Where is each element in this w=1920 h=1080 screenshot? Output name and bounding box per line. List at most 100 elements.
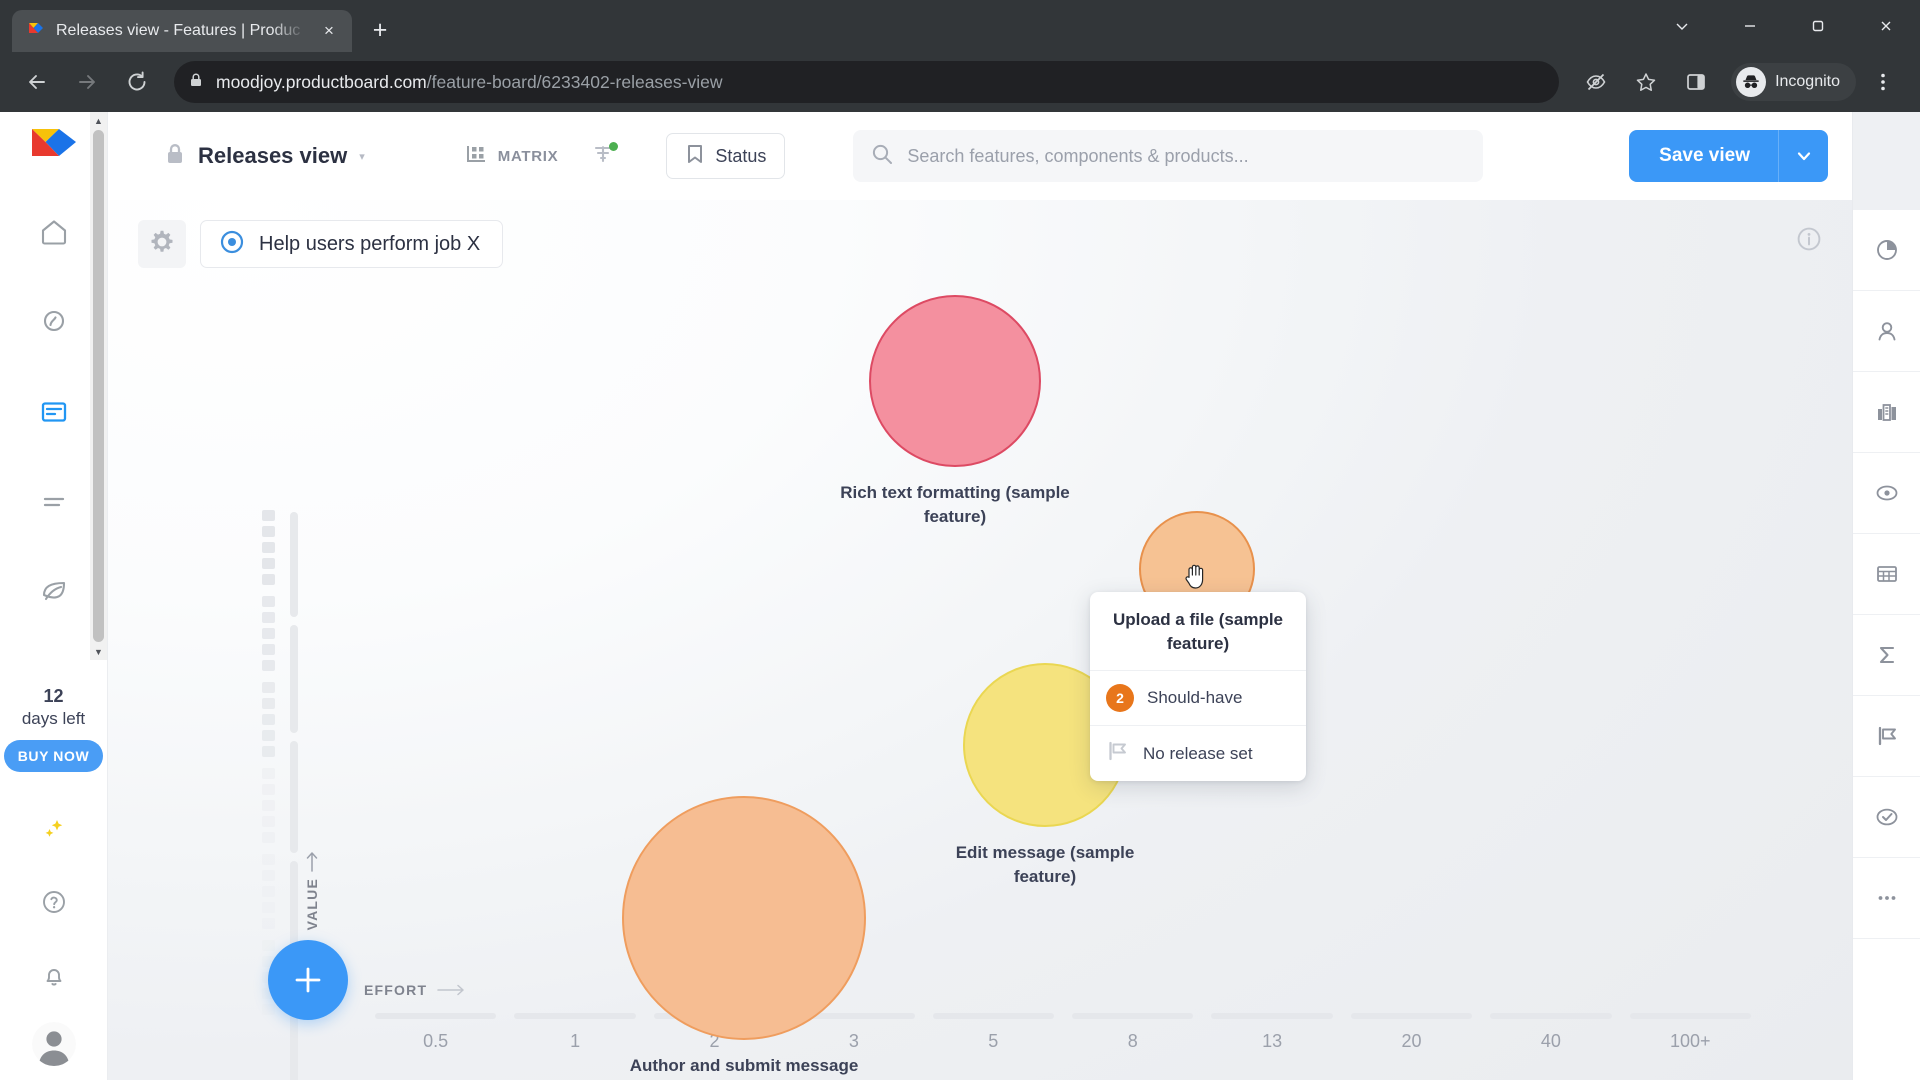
right-rail-item-releases[interactable] bbox=[1852, 696, 1920, 777]
browser-actions: Incognito bbox=[1573, 59, 1906, 105]
scroll-up-arrow-icon[interactable]: ▲ bbox=[90, 112, 107, 129]
hover-card-title: Upload a file (sample feature) bbox=[1112, 610, 1284, 653]
new-tab-button[interactable]: + bbox=[360, 10, 400, 50]
search-input[interactable]: Search features, components & products..… bbox=[853, 130, 1484, 182]
right-rail-item-status[interactable] bbox=[1852, 777, 1920, 858]
value-axis-marker-group bbox=[253, 682, 283, 757]
lock-icon bbox=[188, 72, 204, 93]
value-axis-marker bbox=[261, 682, 275, 693]
priority-label: Should-have bbox=[1147, 688, 1243, 707]
value-axis-markers bbox=[253, 510, 283, 1026]
save-view-button[interactable]: Save view bbox=[1629, 130, 1778, 182]
help-button[interactable] bbox=[26, 874, 82, 930]
window-maximize-button[interactable] bbox=[1784, 0, 1852, 52]
scrollbar-thumb[interactable] bbox=[93, 130, 104, 642]
reload-icon[interactable] bbox=[114, 59, 160, 105]
sidebar-item-insights[interactable] bbox=[26, 294, 82, 350]
kebab-menu-icon[interactable] bbox=[1860, 59, 1906, 105]
value-axis-marker bbox=[261, 558, 275, 569]
right-rail-item-more[interactable] bbox=[1852, 858, 1920, 939]
feature-bubble[interactable] bbox=[622, 796, 866, 1040]
avatar[interactable] bbox=[31, 1022, 76, 1066]
eye-slash-icon[interactable] bbox=[1573, 59, 1619, 105]
feature-bubble-label: Edit message (sample feature) bbox=[955, 843, 1135, 886]
window-close-button[interactable] bbox=[1852, 0, 1920, 52]
effort-axis-tick: 13 bbox=[1202, 1013, 1341, 1052]
save-view-dropdown-button[interactable] bbox=[1778, 130, 1828, 182]
address-bar[interactable]: moodjoy.productboard.com/feature-board/6… bbox=[174, 61, 1560, 103]
value-axis-bar bbox=[290, 625, 298, 733]
back-arrow-icon[interactable] bbox=[14, 59, 60, 105]
window-minimize-button[interactable] bbox=[1648, 0, 1716, 52]
value-axis-marker bbox=[261, 644, 275, 655]
status-button-label: Status bbox=[715, 145, 767, 166]
side-panel-icon[interactable] bbox=[1673, 59, 1719, 105]
right-rail-item-objectives[interactable] bbox=[1852, 453, 1920, 534]
value-axis-marker bbox=[261, 714, 275, 725]
hover-card-release-row[interactable]: No release set bbox=[1090, 725, 1306, 781]
right-rail-item-companies[interactable] bbox=[1852, 372, 1920, 453]
main-content: Releases view ▾ MATRIX Status Search fea… bbox=[108, 112, 1852, 1080]
effort-axis-tick: 0.5 bbox=[366, 1013, 505, 1052]
profile-label: Incognito bbox=[1775, 73, 1840, 90]
board-settings-button[interactable] bbox=[138, 220, 186, 268]
right-rail-item-aggregations[interactable] bbox=[1852, 615, 1920, 696]
close-icon[interactable]: × bbox=[316, 18, 342, 44]
objective-chip[interactable]: Help users perform job X bbox=[200, 220, 504, 268]
tab-matrix[interactable]: MATRIX bbox=[465, 143, 559, 169]
right-rail-item-users[interactable] bbox=[1852, 291, 1920, 372]
right-rail-item-components[interactable] bbox=[1852, 534, 1920, 615]
value-axis-marker bbox=[261, 698, 275, 709]
info-circle-icon bbox=[1794, 227, 1824, 258]
sidebar-scrollbar[interactable]: ▲ ▼ bbox=[90, 112, 107, 660]
board-info-button[interactable] bbox=[1794, 224, 1824, 259]
address-bar-url: moodjoy.productboard.com/feature-board/6… bbox=[216, 72, 723, 93]
effort-axis-tick-label: 0.5 bbox=[423, 1031, 449, 1051]
star-icon[interactable] bbox=[1623, 59, 1669, 105]
pie-chart-icon bbox=[1876, 240, 1897, 260]
hover-card-priority-row[interactable]: 2 Should-have bbox=[1090, 670, 1306, 725]
browser-tab-title: Releases view - Features | Produc bbox=[56, 22, 301, 39]
status-button[interactable]: Status bbox=[666, 133, 786, 179]
feature-matrix-board[interactable]: Help users perform job X VALUE EFFORT 0.… bbox=[108, 200, 1852, 1080]
scroll-down-arrow-icon[interactable]: ▼ bbox=[90, 643, 107, 660]
tab-matrix-label: MATRIX bbox=[497, 147, 559, 165]
value-axis-marker bbox=[261, 902, 275, 913]
filter-button[interactable] bbox=[586, 139, 620, 173]
chevron-down-icon[interactable]: ▾ bbox=[359, 150, 365, 163]
right-rail-item-score[interactable] bbox=[1852, 210, 1920, 291]
forward-arrow-icon[interactable] bbox=[64, 59, 110, 105]
target-circle-icon bbox=[219, 229, 245, 260]
browser-toolbar: moodjoy.productboard.com/feature-board/6… bbox=[0, 52, 1920, 112]
buy-now-button[interactable]: BUY NOW bbox=[3, 740, 104, 772]
left-navigation-rail: 12 days left BUY NOW ▲ ▼ bbox=[0, 112, 108, 1080]
effort-axis-tick-label: 100+ bbox=[1670, 1031, 1711, 1051]
priority-badge: 2 bbox=[1106, 684, 1134, 712]
sidebar-item-portal[interactable] bbox=[26, 564, 82, 620]
window-collapse-button[interactable] bbox=[1716, 0, 1784, 52]
more-dots-icon bbox=[1878, 896, 1895, 900]
feature-bubble[interactable] bbox=[869, 295, 1041, 467]
value-axis-marker bbox=[261, 542, 275, 553]
effort-axis-tick-bar bbox=[1211, 1013, 1333, 1019]
view-title-group[interactable]: Releases view ▾ bbox=[164, 142, 365, 171]
effort-axis-tick-bar bbox=[375, 1013, 497, 1019]
productboard-logo[interactable] bbox=[31, 128, 77, 162]
trial-days-label: days left bbox=[21, 709, 86, 728]
sidebar-item-features[interactable] bbox=[26, 384, 82, 440]
filter-active-badge bbox=[609, 142, 619, 151]
sidebar-item-home[interactable] bbox=[26, 204, 82, 260]
add-feature-button[interactable] bbox=[268, 940, 348, 1020]
grid-table-icon bbox=[1876, 566, 1897, 582]
browser-tab[interactable]: Releases view - Features | Produc × bbox=[12, 10, 352, 52]
profile-incognito-chip[interactable]: Incognito bbox=[1731, 63, 1856, 101]
whats-new-button[interactable] bbox=[26, 800, 82, 856]
bookmark-icon bbox=[685, 143, 705, 170]
person-icon bbox=[1878, 322, 1895, 341]
value-axis-marker bbox=[261, 918, 275, 929]
sidebar-item-roadmap[interactable] bbox=[26, 474, 82, 530]
effort-axis-tick-bar bbox=[1072, 1013, 1194, 1019]
feature-hover-card[interactable]: Upload a file (sample feature) 2 Should-… bbox=[1090, 592, 1306, 781]
page-title: Releases view bbox=[198, 143, 348, 168]
notifications-button[interactable] bbox=[26, 948, 82, 1004]
